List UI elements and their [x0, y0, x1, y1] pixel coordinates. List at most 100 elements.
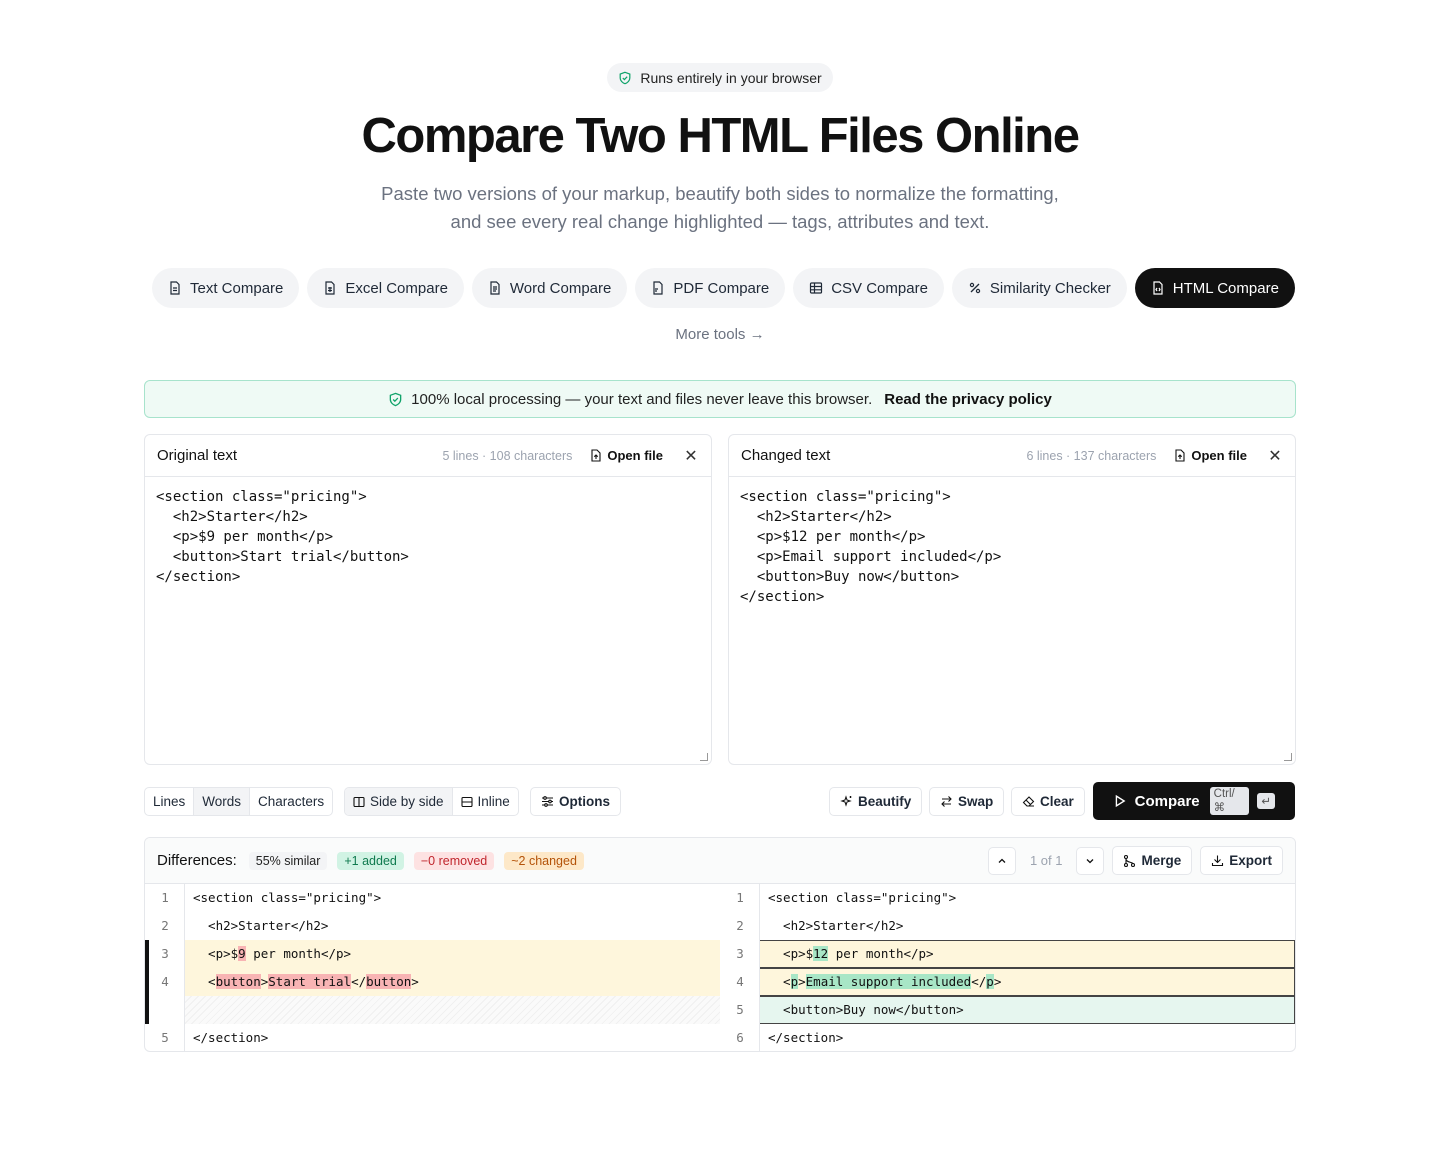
privacy-text: 100% local processing — your text and fi…	[411, 390, 873, 408]
columns-icon	[353, 796, 365, 807]
tab-label: Similarity Checker	[989, 279, 1111, 297]
view-label: Side by side	[370, 794, 444, 809]
tab-excel-compare[interactable]: Excel Compare	[307, 268, 464, 308]
tab-label: Word Compare	[509, 279, 612, 297]
next-change-button[interactable]	[1076, 846, 1105, 875]
right-line: <h2>Starter</h2>	[768, 918, 904, 933]
tab-label: Text Compare	[190, 279, 284, 297]
tab-similarity-checker[interactable]: Similarity Checker	[951, 268, 1127, 308]
diff-row: 2 2 <h2>Starter</h2> <h2>Starter</h2>	[145, 912, 1295, 940]
file-code-icon	[1153, 281, 1163, 295]
merge-icon	[1124, 854, 1136, 867]
tab-pdf-compare[interactable]: PDF Compare	[635, 268, 786, 308]
prev-change-button[interactable]	[987, 846, 1016, 875]
play-icon	[1115, 794, 1126, 808]
diff-view: Differences: 55% similar +1 added −0 rem…	[144, 837, 1296, 1052]
added-badge: +1 added	[337, 851, 404, 870]
shield-check-icon	[389, 392, 402, 406]
changed-textarea[interactable]: <section class="pricing"> <h2>Starter</h…	[729, 477, 1295, 617]
panel-stats: 6 lines · 137 characters	[1026, 448, 1157, 463]
line-number: 3	[736, 946, 744, 961]
view-side-by-side[interactable]: Side by side	[345, 788, 453, 815]
swap-button[interactable]: Swap	[929, 787, 1005, 816]
changed-badge: ~2 changed	[504, 851, 584, 870]
line-number: 1	[736, 890, 744, 905]
open-file-button[interactable]: Open file	[590, 448, 663, 463]
granularity-characters[interactable]: Characters	[250, 788, 332, 815]
diff-row: 5 6 </section> </section>	[145, 1024, 1295, 1051]
view-label: Inline	[477, 794, 510, 809]
beautify-wrap: Beautify	[829, 787, 923, 816]
right-line: <button>Buy now</button>	[768, 1002, 964, 1017]
left-line: <button>Start trial</button>	[193, 974, 419, 989]
tab-label: Excel Compare	[345, 279, 448, 297]
diff-row-changed[interactable]: 4 4 <button>Start trial</button> <p>Emai…	[145, 968, 1295, 996]
line-number: 3	[161, 946, 169, 961]
view-inline[interactable]: Inline	[453, 788, 518, 815]
clear-button[interactable]: Clear	[1011, 787, 1085, 816]
beautify-label: Beautify	[858, 794, 912, 809]
eraser-icon	[1022, 796, 1035, 807]
chevron-down-icon	[1087, 858, 1094, 863]
tab-html-compare[interactable]: HTML Compare	[1134, 268, 1295, 308]
file-upload-icon	[1175, 449, 1185, 462]
granularity-words[interactable]: Words	[194, 788, 251, 815]
left-line: <p>$9 per month</p>	[193, 946, 352, 961]
line-number: 5	[736, 1002, 744, 1017]
page-title: Compare Two HTML Files Online	[361, 109, 1080, 163]
open-file-button[interactable]: Open file	[1174, 448, 1247, 463]
swap-icon	[941, 796, 952, 807]
original-panel: Original text 5 lines · 108 characters O…	[144, 434, 712, 765]
original-textarea[interactable]: <section class="pricing"> <h2>Starter</h…	[145, 477, 711, 597]
diff-row-added[interactable]: 5 <button>Buy now</button>	[145, 996, 1295, 1024]
clear-wrap: Clear	[1011, 787, 1085, 816]
line-number: 2	[736, 918, 744, 933]
diff-row-changed[interactable]: 3 3 <p>$9 per month</p> <p>$12 per month…	[145, 940, 1295, 968]
panel-title: Changed text	[741, 447, 831, 464]
right-line: <p>$12 per month</p>	[768, 946, 934, 961]
download-icon	[1212, 855, 1224, 867]
tab-label: HTML Compare	[1172, 279, 1279, 297]
tab-csv-compare[interactable]: CSV Compare	[793, 268, 944, 308]
tab-label: CSV Compare	[831, 279, 928, 297]
right-line: <section class="pricing">	[768, 890, 957, 905]
options-button[interactable]: Options	[530, 787, 621, 816]
left-line: <section class="pricing">	[193, 890, 382, 905]
sliders-icon	[542, 796, 553, 807]
beautify-button[interactable]: Beautify	[829, 787, 923, 816]
panel-stats: 5 lines · 108 characters	[442, 448, 573, 463]
line-number	[145, 996, 185, 1024]
file-upload-icon	[591, 449, 601, 462]
swap-wrap: Swap	[929, 787, 1005, 816]
compare-label: Compare	[1134, 792, 1200, 810]
merge-button[interactable]: Merge	[1112, 846, 1193, 875]
line-number: 5	[161, 1030, 169, 1045]
close-icon[interactable]: ✕	[683, 446, 699, 466]
page-subtitle: Paste two versions of your markup, beaut…	[381, 183, 1059, 232]
line-number: 1	[161, 890, 169, 905]
resize-handle[interactable]	[1284, 753, 1292, 761]
badge-label: Runs entirely in your browser	[640, 69, 822, 86]
resize-handle[interactable]	[700, 753, 708, 761]
diff-row: 1 1 <section class="pricing"> <section c…	[145, 884, 1295, 912]
percent-icon	[969, 282, 981, 294]
open-file-label: Open file	[1191, 448, 1247, 463]
more-tools-link[interactable]: More tools →	[0, 326, 1440, 343]
panel-title: Original text	[157, 447, 238, 464]
granularity-lines[interactable]: Lines	[145, 788, 195, 815]
table-icon	[810, 282, 823, 294]
kbd-modifier: Ctrl/⌘	[1209, 787, 1250, 815]
tab-word-compare[interactable]: Word Compare	[471, 268, 628, 308]
line-number: 4	[161, 974, 169, 989]
tab-text-compare[interactable]: Text Compare	[152, 268, 300, 308]
left-line: <h2>Starter</h2>	[193, 918, 329, 933]
privacy-policy-link[interactable]: Read the privacy policy	[884, 391, 1052, 408]
file-doc-icon	[490, 281, 500, 295]
close-icon[interactable]: ✕	[1267, 446, 1283, 466]
file-sheet-icon	[325, 281, 335, 295]
local-badge: Runs entirely in your browser	[607, 63, 833, 92]
privacy-banner: 100% local processing — your text and fi…	[144, 380, 1296, 418]
compare-button[interactable]: Compare Ctrl/⌘ ↵	[1093, 782, 1295, 820]
export-button[interactable]: Export	[1200, 846, 1283, 875]
options-wrap: Options	[530, 787, 621, 816]
